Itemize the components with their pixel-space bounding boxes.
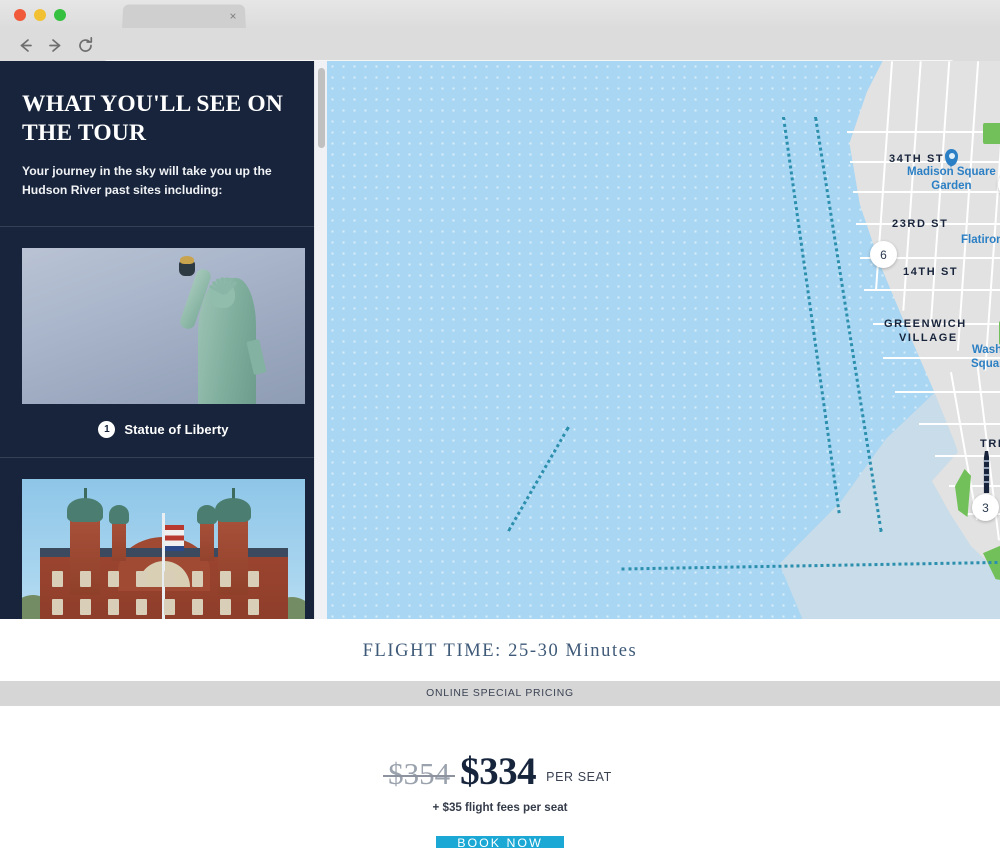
minimize-window-button[interactable] [34, 9, 46, 21]
map-marker-3[interactable]: 3 [972, 494, 999, 521]
page-viewport: WHAT YOU'LL SEE ON THE TOUR Your journey… [0, 61, 1000, 848]
book-now-button[interactable]: BOOK NOW [436, 836, 564, 848]
pricing-section: $354 $334 PER SEAT + $35 flight fees per… [0, 706, 1000, 848]
flight-time-section: FLIGHT TIME: 25-30 Minutes [0, 619, 1000, 684]
browser-navbar: https://heliny.com/tours/the-new-yorker-… [0, 28, 1000, 85]
sidebar-scrollbar[interactable] [314, 61, 327, 619]
map-label-14th-st: 14TH ST [903, 266, 959, 278]
browser-titlebar: × [0, 0, 1000, 31]
statue-of-liberty-photo [22, 248, 305, 405]
poi-label-madison-square-garden: Madison Square Garden [907, 166, 996, 193]
window-controls [14, 9, 66, 21]
original-price: $354 [383, 756, 456, 791]
sidebar-header: WHAT YOU'LL SEE ON THE TOUR Your journey… [0, 61, 327, 226]
tour-sidebar: WHAT YOU'LL SEE ON THE TOUR Your journey… [0, 61, 327, 619]
online-special-pricing-band: ONLINE SPECIAL PRICING [0, 681, 1000, 706]
map-label-tribeca: TRIBECA [980, 438, 1000, 450]
tour-route-map[interactable]: Madison SquareGarden Flatiron Building U… [327, 61, 1000, 619]
browser-window: × https://heliny.com/tours/the-new-yorke… [0, 0, 1000, 848]
list-item[interactable]: 1 Statue of Liberty [0, 227, 327, 457]
map-label-34th-st: 34TH ST [889, 153, 945, 165]
map-label-greenwich: GREENWICH [884, 318, 967, 330]
list-item[interactable]: 2 Ellis Island [0, 458, 327, 619]
browser-tab[interactable]: × [122, 4, 246, 31]
forward-arrow-icon[interactable] [42, 33, 68, 57]
status-badge: 1 [98, 421, 116, 439]
close-window-button[interactable] [14, 9, 26, 21]
close-icon[interactable]: × [229, 9, 236, 23]
list-item-label: Statue of Liberty [124, 422, 229, 438]
poi-label-washington-square-park: WashingtonSquare Park [971, 344, 1000, 371]
ellis-island-photo [22, 479, 305, 619]
back-arrow-icon[interactable] [12, 33, 38, 57]
map-label-23rd-st: 23RD ST [892, 218, 949, 230]
sidebar-subtitle: Your journey in the sky will take you up… [22, 164, 272, 198]
page-title: WHAT YOU'LL SEE ON THE TOUR [22, 91, 284, 146]
park-shape [983, 123, 1000, 144]
price-fees-note: + $35 flight fees per seat [432, 801, 568, 814]
scrollbar-thumb[interactable] [318, 68, 325, 148]
price-unit-label: PER SEAT [546, 769, 612, 784]
maximize-window-button[interactable] [54, 9, 66, 21]
pricing-band-label: ONLINE SPECIAL PRICING [426, 688, 574, 699]
flight-time-label: FLIGHT TIME: 25-30 Minutes [362, 641, 638, 661]
current-price: $334 [460, 750, 537, 793]
reload-icon[interactable] [72, 33, 98, 57]
map-label-village: VILLAGE [899, 332, 958, 344]
poi-label-flatiron-building: Flatiron Building [961, 234, 1000, 246]
map-marker-6[interactable]: 6 [870, 241, 897, 268]
